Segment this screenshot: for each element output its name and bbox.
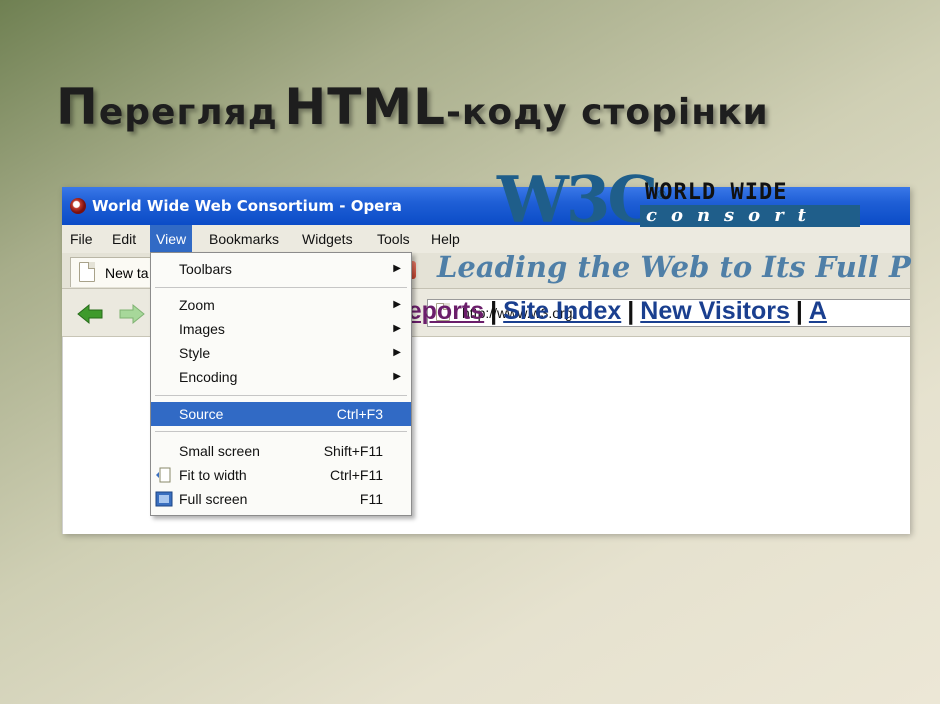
link-new-visitors[interactable]: New Visitors [640,297,790,325]
menu-item-source[interactable]: Source Ctrl+F3 [151,402,411,426]
menu-item-label: Images [179,321,225,337]
submenu-arrow-icon: ▶ [393,299,401,310]
menu-edit[interactable]: Edit [106,225,142,253]
slide-title: Перегляд HTML-коду сторінки [56,78,916,136]
link-separator: | [795,297,803,325]
fit-to-width-icon [156,467,171,483]
menu-item-zoom[interactable]: Zoom ▶ [151,293,411,317]
link-separator: | [490,297,498,325]
title-suffix: -коду сторінки [445,92,769,133]
menu-file[interactable]: File [64,225,99,253]
menu-item-label: Small screen [179,443,260,459]
submenu-arrow-icon: ▶ [393,323,401,334]
menu-separator [155,287,407,288]
full-screen-icon [155,491,173,507]
forward-arrow-icon[interactable] [118,303,146,325]
nav-links: cal Reports | Site Index | New Visitors | A [348,297,827,326]
page-icon [79,262,95,282]
window-title: World Wide Web Consortium - Opera [92,197,402,215]
opera-logo-icon [70,198,86,214]
menu-help[interactable]: Help [425,225,466,253]
menu-item-label: Fit to width [179,467,247,483]
link-site-index[interactable]: Site Index [503,297,621,325]
menu-item-fit-to-width[interactable]: Fit to width Ctrl+F11 [151,463,411,487]
menu-item-shortcut: Ctrl+F3 [336,406,383,422]
menu-item-label: Full screen [179,491,248,507]
tagline: Leading the Web to Its Full P [437,250,911,284]
menu-item-toolbars[interactable]: Toolbars ▶ [151,257,411,281]
link-separator: | [627,297,635,325]
menu-bookmarks[interactable]: Bookmarks [203,225,285,253]
menu-item-label: Encoding [179,369,238,385]
consortium-text: consort [640,205,860,227]
menu-item-label: Zoom [179,297,215,313]
w3c-logo-text: W3C [497,162,658,238]
submenu-arrow-icon: ▶ [393,347,401,358]
menu-view[interactable]: View [150,225,193,253]
title-rest: ерегляд [98,92,278,133]
menu-item-small-screen[interactable]: Small screen Shift+F11 [151,439,411,463]
world-wide-text: WORLD WIDE [645,180,788,205]
menu-item-full-screen[interactable]: Full screen F11 [151,487,411,511]
menu-item-encoding[interactable]: Encoding ▶ [151,365,411,389]
menu-separator [155,395,407,396]
link-about[interactable]: A [809,297,827,325]
title-html: HTML [284,78,446,136]
menu-bar: File Edit View Bookmarks Widgets Tools H… [62,225,910,253]
menu-item-label: Style [179,345,211,361]
menu-item-label: Source [179,406,224,422]
submenu-arrow-icon: ▶ [393,371,401,382]
title-cap: П [56,78,99,136]
menu-widgets[interactable]: Widgets [296,225,359,253]
menu-item-shortcut: F11 [359,491,383,507]
view-menu-dropdown: Toolbars ▶ Zoom ▶ Images ▶ Style ▶ Encod… [150,252,412,516]
menu-separator [155,431,407,432]
menu-item-label: Toolbars [179,261,232,277]
tab-new[interactable]: New ta [70,257,160,287]
menu-item-images[interactable]: Images ▶ [151,317,411,341]
menu-item-style[interactable]: Style ▶ [151,341,411,365]
content-border [62,337,68,534]
menu-item-shortcut: Shift+F11 [323,443,383,459]
back-arrow-icon[interactable] [76,303,104,325]
menu-item-shortcut: Ctrl+F11 [329,467,383,483]
submenu-arrow-icon: ▶ [393,263,401,274]
menu-tools[interactable]: Tools [371,225,416,253]
tab-label: New ta [105,265,149,281]
